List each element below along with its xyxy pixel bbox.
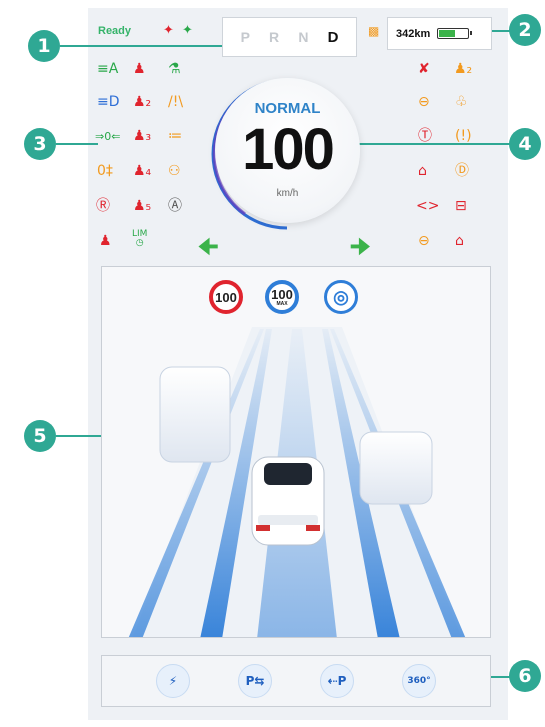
charging-cable-icon: ▩ [368,24,380,38]
range-value: 342km [396,27,431,40]
speed-limit-sign: 100 [209,280,243,314]
battery-icon [437,28,473,39]
abs-icon: Ⓓ [455,163,469,179]
coolant-icon: ⌂ [455,233,464,249]
parking-brake-icon: Ⓡ [96,198,110,214]
surround-view-button[interactable]: 360° [402,664,436,698]
auto-headlight-icon: ≡A [97,61,119,77]
fog-light-icon: 0‡ [97,163,113,179]
tire-pressure-icon: (!) [455,128,472,144]
callout-2: 2 [509,14,541,46]
steering-fault-icon: ⊖ [418,233,430,249]
ready-status: Ready [98,25,132,37]
speedometer: NORMAL 100 km/h [215,78,360,223]
oil-pressure-icon: ⌂ [418,163,427,179]
seatbelt-1-icon: ♟ [133,61,146,77]
gear-d: D [327,28,339,46]
park-assist-icon: P⇆ [245,674,265,688]
park-assist-button[interactable]: P⇆ [238,664,272,698]
seatbelt-3-icon: ♟₃ [133,128,152,144]
control-bar: ⚡ P⇆ ⇠P 360° [101,655,491,707]
seat-icon: ♧ [455,94,468,110]
auto-park-button[interactable]: ⇠P [320,664,354,698]
callout-5: 5 [24,420,56,452]
power-button[interactable]: ⚡ [156,664,190,698]
cruise-max-label: MAX [276,301,288,307]
driver-assist-icon: ⚗ [168,61,181,77]
brake-fault-icon: ⊖ [418,94,430,110]
high-beam-icon: ≡D [97,94,120,110]
speed-value: 100 [242,117,335,182]
callout-line-6 [491,676,510,678]
speed-unit: km/h [276,188,299,199]
auto-hold-icon: Ⓐ [168,198,182,214]
lane-warning-icon: /!\ [168,94,184,110]
passenger-airbag-icon: ♟₂ [454,61,473,77]
callout-line-3 [56,143,98,145]
gear-selector: P R N D [222,17,357,57]
brake-warning-icon: Ⓣ [418,128,432,144]
gear-n: N [298,29,309,45]
power-icon: ⚡ [168,674,178,688]
callout-4: 4 [509,128,541,160]
seatbelt-5-icon: ♟₅ [133,198,152,214]
battery-fault-icon: ⊟ [455,198,467,214]
callout-line-2 [492,30,510,32]
speed-limiter-icon: LIM ◷ [132,229,148,248]
gear-p: P [240,29,250,45]
cruise-max-value: 100 [271,287,293,302]
pedestrian-warning-icon: ✘ [418,61,430,77]
key-icon: ✦ [163,23,174,38]
key-ok-icon: ✦ [182,23,193,38]
lane-departure-icon: ≔ [168,128,182,144]
position-light-icon: ⇒0⇐ [95,130,121,143]
cruise-max-sign: 100 MAX [265,280,299,314]
adas-view: 100 100 MAX ◎ [101,266,491,638]
drive-mode: NORMAL [254,100,321,117]
surround-view-icon: 360° [407,676,431,686]
battery-level [439,30,455,37]
callout-1: 1 [28,30,60,62]
driver-fatigue-icon: ⚇ [168,163,181,179]
callout-line-5 [56,435,102,437]
door-open-icon: <> [416,198,440,214]
callout-6: 6 [509,660,541,692]
road-scene [128,327,466,637]
range-display: 342km [387,17,492,50]
seatbelt-4-icon: ♟₄ [133,163,152,179]
gear-r: R [269,29,280,45]
airbag-icon: ♟ [99,233,112,249]
seatbelt-2-icon: ♟₂ [133,94,152,110]
callout-line-1 [60,45,223,47]
steering-assist-icon: ◎ [324,280,358,314]
auto-park-icon: ⇠P [327,674,347,688]
callout-3: 3 [24,128,56,160]
